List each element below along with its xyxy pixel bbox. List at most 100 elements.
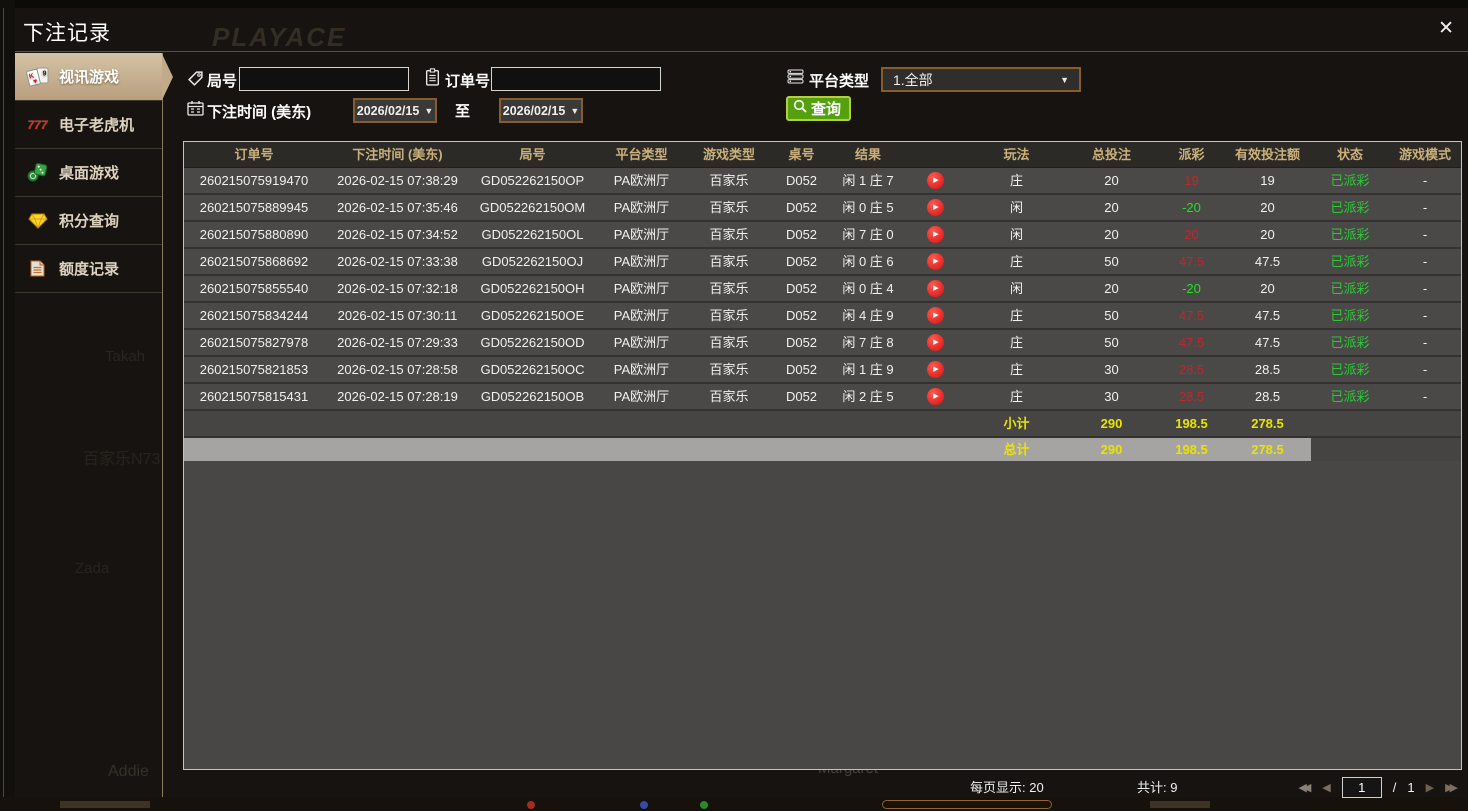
background-left-edge [0, 0, 15, 811]
title-bar: 下注记录 ✕ [15, 8, 1468, 52]
subtotal-bet: 290 [1064, 411, 1159, 436]
play-video-icon[interactable]: ▶ [927, 226, 944, 243]
round-number-input[interactable] [239, 67, 409, 91]
platform-type-select[interactable]: 1.全部 ▼ [881, 67, 1081, 92]
play-video-icon[interactable]: ▶ [927, 388, 944, 405]
background-artifact [1150, 801, 1210, 808]
play-video-icon[interactable]: ▶ [927, 307, 944, 324]
search-icon [793, 99, 808, 118]
play-video-icon[interactable]: ▶ [927, 334, 944, 351]
date-to-value: 2026/02/15 [503, 104, 566, 118]
subtotal-label: 小计 [969, 411, 1064, 436]
svg-text:9: 9 [42, 70, 46, 77]
sidebar-item-live-games[interactable]: 9 K ♥ 视讯游戏 [15, 53, 162, 101]
col-header-bet: 总投注 [1064, 142, 1159, 167]
table-row: 260215075919470 2026-02-15 07:38:29 GD05… [184, 168, 1461, 195]
dice-icon [25, 163, 50, 182]
date-to-select[interactable]: 2026/02/15 ▼ [499, 98, 583, 123]
play-video-icon[interactable]: ▶ [927, 172, 944, 189]
total-label: 总计 [969, 438, 1064, 461]
col-header-payout: 派彩 [1159, 142, 1224, 167]
bet-time-label: 下注时间 (美东) [207, 101, 311, 122]
col-header-game: 游戏类型 [689, 142, 769, 167]
table-row: 260215075834244 2026-02-15 07:30:11 GD05… [184, 303, 1461, 330]
sidebar-item-quota-records[interactable]: 额度记录 [15, 245, 162, 293]
per-page-label: 每页显示: 20 [970, 777, 1044, 796]
status-bar: 每页显示: 20 共计: 9 ◀◀ ◀ / 1 ▶ ▶▶ [15, 774, 1468, 800]
page-total: 1 [1407, 780, 1414, 795]
play-video-icon[interactable]: ▶ [927, 361, 944, 378]
table-body: 260215075919470 2026-02-15 07:38:29 GD05… [184, 168, 1461, 411]
total-count-label: 共计: 9 [1137, 777, 1177, 796]
table-row: 260215075827978 2026-02-15 07:29:33 GD05… [184, 330, 1461, 357]
table-row: 260215075821853 2026-02-15 07:28:58 GD05… [184, 357, 1461, 384]
col-header-status: 状态 [1311, 142, 1389, 167]
date-to-label: 至 [455, 100, 470, 121]
table-row: 260215075880890 2026-02-15 07:34:52 GD05… [184, 222, 1461, 249]
col-header-order: 订单号 [184, 142, 324, 167]
col-header-playtype: 玩法 [969, 142, 1064, 167]
document-icon [25, 260, 50, 277]
play-video-icon[interactable]: ▶ [927, 253, 944, 270]
gem-icon [25, 213, 50, 229]
sidebar-item-slots[interactable]: 777 电子老虎机 [15, 101, 162, 149]
sidebar-item-label: 桌面游戏 [59, 162, 119, 183]
background-artifact [700, 801, 708, 809]
col-header-play [902, 142, 969, 167]
page-separator: / [1393, 780, 1397, 795]
subtotal-valid: 278.5 [1224, 411, 1311, 436]
table-row: 260215075868692 2026-02-15 07:33:38 GD05… [184, 249, 1461, 276]
table-row: 260215075815431 2026-02-15 07:28:19 GD05… [184, 384, 1461, 411]
sidebar-item-label: 积分查询 [59, 210, 119, 231]
total-payout: 198.5 [1159, 438, 1224, 461]
order-number-label: 订单号 [445, 70, 490, 91]
platform-type-value: 1.全部 [893, 70, 933, 90]
bet-records-table: 订单号 下注时间 (美东) 局号 平台类型 游戏类型 桌号 结果 玩法 总投注 … [183, 141, 1462, 770]
slot-machine-icon: 777 [25, 118, 50, 132]
sidebar-item-points[interactable]: 积分查询 [15, 197, 162, 245]
chevron-down-icon: ▼ [424, 106, 433, 116]
calendar-icon [187, 100, 204, 121]
playing-cards-icon: 9 K ♥ [25, 67, 50, 87]
total-bet: 290 [1064, 438, 1159, 461]
col-header-platform: 平台类型 [594, 142, 689, 167]
col-header-valid: 有效投注额 [1224, 142, 1311, 167]
subtotal-payout: 198.5 [1159, 411, 1224, 436]
first-page-icon[interactable]: ◀◀ [1298, 781, 1311, 794]
background-artifact [640, 801, 648, 809]
close-icon[interactable]: ✕ [1438, 17, 1454, 40]
bet-records-dialog: PLAYACE Takah 百家乐N73 Zada Addie Margaret… [15, 8, 1468, 797]
date-from-value: 2026/02/15 [357, 104, 420, 118]
col-header-result: 结果 [834, 142, 902, 167]
round-number-label: 局号 [207, 70, 237, 91]
page-number-input[interactable] [1342, 777, 1382, 798]
screen: PLAYACE Takah 百家乐N73 Zada Addie Margaret… [0, 0, 1468, 811]
sidebar-item-label: 额度记录 [59, 258, 119, 279]
background-artifact [527, 801, 535, 809]
search-button-label: 查询 [811, 98, 841, 119]
table-row: 260215075855540 2026-02-15 07:32:18 GD05… [184, 276, 1461, 303]
table-header-row: 订单号 下注时间 (美东) 局号 平台类型 游戏类型 桌号 结果 玩法 总投注 … [184, 142, 1461, 168]
chevron-down-icon: ▼ [1060, 75, 1069, 85]
sidebar: 9 K ♥ 视讯游戏 777 电子老虎机 [15, 53, 163, 797]
sidebar-item-label: 电子老虎机 [59, 114, 134, 135]
tag-icon [187, 70, 204, 92]
pagination: ◀◀ ◀ / 1 ▶ ▶▶ [1298, 774, 1458, 800]
platform-list-icon [787, 69, 804, 89]
order-number-input[interactable] [491, 67, 661, 91]
platform-type-label: 平台类型 [809, 70, 869, 91]
search-button[interactable]: 查询 [786, 96, 851, 121]
col-header-table: 桌号 [769, 142, 834, 167]
chevron-down-icon: ▼ [570, 106, 579, 116]
previous-page-icon[interactable]: ◀ [1322, 781, 1330, 794]
play-video-icon[interactable]: ▶ [927, 199, 944, 216]
last-page-icon[interactable]: ▶▶ [1445, 781, 1458, 794]
next-page-icon[interactable]: ▶ [1426, 781, 1434, 794]
col-header-mode: 游戏模式 [1389, 142, 1461, 167]
date-from-select[interactable]: 2026/02/15 ▼ [353, 98, 437, 123]
clipboard-icon [425, 68, 440, 91]
sidebar-item-table-games[interactable]: 桌面游戏 [15, 149, 162, 197]
background-artifact [882, 800, 1052, 809]
play-video-icon[interactable]: ▶ [927, 280, 944, 297]
total-row: 总计 290 198.5 278.5 [184, 438, 1461, 461]
